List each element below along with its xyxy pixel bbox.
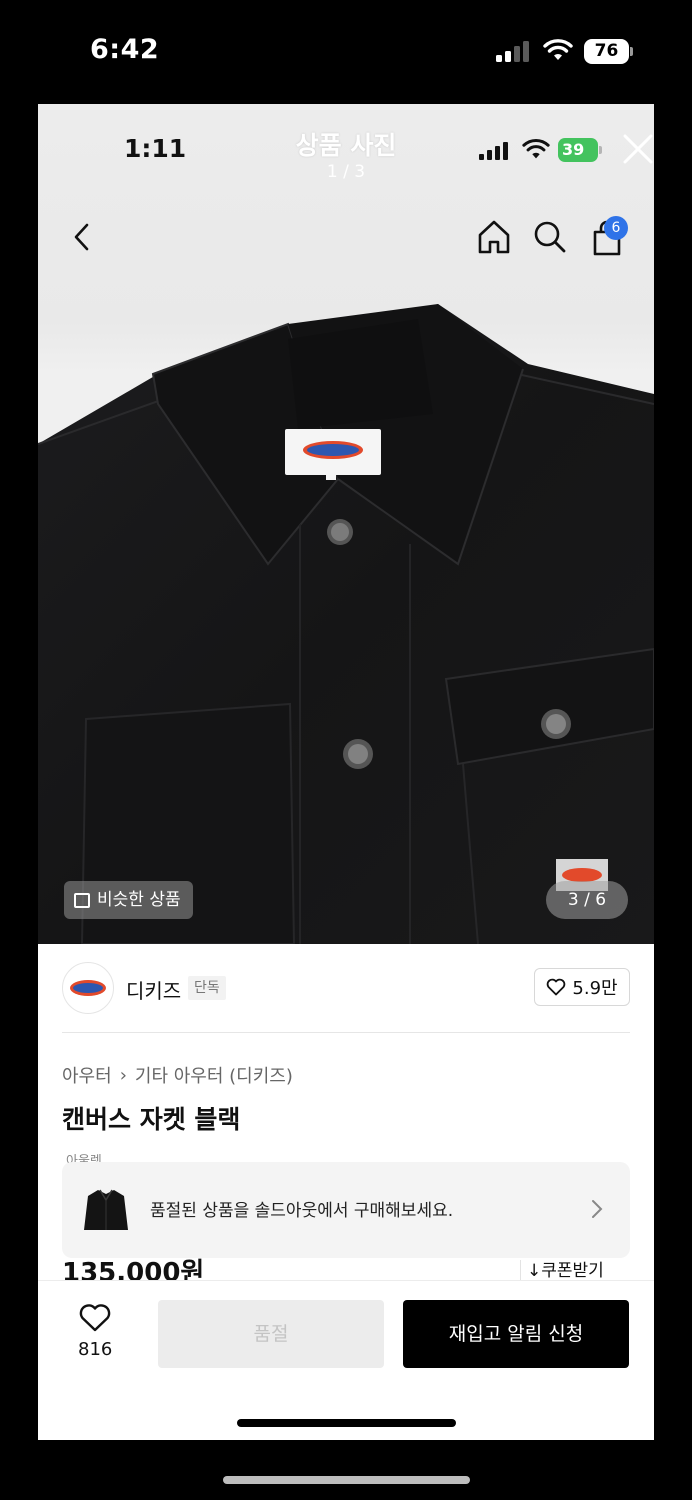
- coupon-button[interactable]: ↓쿠폰받기: [520, 1260, 604, 1280]
- home-icon[interactable]: [476, 218, 512, 256]
- outer-status-bar: 6:42 76: [0, 0, 692, 104]
- product-price: 135,000원: [62, 1258, 205, 1280]
- home-indicator[interactable]: [237, 1419, 456, 1427]
- product-photo[interactable]: 1:11 39 상품 사진 1 / 3 6 비슷한 상품 3 / 6: [38, 104, 654, 944]
- outer-wifi-icon: [543, 39, 573, 60]
- outer-battery-icon: 76: [584, 39, 634, 64]
- soldout-banner[interactable]: 품절된 상품을 솔드아웃에서 구매해보세요.: [62, 1162, 630, 1258]
- chevron-right-icon: ›: [119, 1064, 127, 1086]
- breadcrumb-level2[interactable]: 기타 아우터 (디키즈): [135, 1062, 293, 1088]
- app-screen: 1:11 39 상품 사진 1 / 3 6 비슷한 상품 3 / 6 디키즈 단…: [38, 104, 654, 1440]
- chevron-right-icon: [592, 1200, 603, 1218]
- brand-name[interactable]: 디키즈: [126, 975, 181, 1004]
- back-icon[interactable]: [68, 220, 96, 254]
- exclusive-badge: 단독: [188, 976, 226, 1000]
- product-info: 디키즈 단독 5.9만 아우터 › 기타 아우터 (디키즈) 캔버스 자켓 블랙…: [38, 944, 654, 1280]
- wishlist-button[interactable]: 816: [78, 1303, 112, 1360]
- heart-icon: [547, 978, 566, 996]
- coupon-label: 쿠폰받기: [541, 1261, 604, 1280]
- breadcrumb-level1[interactable]: 아우터: [62, 1062, 112, 1088]
- bottom-action-bar: 816 품절 재입고 알림 신청: [38, 1280, 654, 1440]
- image-pager-label: 3 / 6: [567, 890, 607, 910]
- wishlist-count: 816: [78, 1339, 113, 1360]
- product-image: [38, 304, 654, 944]
- similar-products-label: 비슷한 상품: [97, 890, 181, 910]
- soldout-banner-text: 품절된 상품을 솔드아웃에서 구매해보세요.: [150, 1201, 454, 1221]
- download-icon: ↓: [527, 1261, 542, 1280]
- brand-like-count: 5.9만: [572, 978, 618, 999]
- image-pager[interactable]: 3 / 6: [546, 881, 628, 919]
- similar-icon: [74, 892, 90, 908]
- cart-badge: 6: [604, 216, 628, 240]
- search-icon[interactable]: [532, 218, 568, 256]
- similar-products-button[interactable]: 비슷한 상품: [64, 881, 193, 919]
- soldout-button[interactable]: 품절: [158, 1300, 384, 1368]
- close-icon[interactable]: [621, 132, 654, 166]
- outer-clock: 6:42: [90, 34, 160, 65]
- outer-home-indicator[interactable]: [223, 1476, 470, 1484]
- jacket-thumbnail: [84, 1189, 128, 1230]
- product-title: 캔버스 자켓 블랙: [62, 1105, 241, 1134]
- brand-like-button[interactable]: 5.9만: [534, 968, 630, 1006]
- heart-icon: [79, 1304, 111, 1332]
- restock-alert-button[interactable]: 재입고 알림 신청: [403, 1300, 629, 1368]
- brand-logo[interactable]: [62, 962, 114, 1014]
- outer-battery-level: 76: [584, 39, 629, 64]
- outer-signal-icon: [496, 40, 532, 62]
- photo-viewer-counter: 1 / 3: [326, 162, 366, 182]
- photo-viewer-title: 상품 사진: [295, 131, 397, 160]
- divider: [62, 1032, 630, 1033]
- breadcrumb: 아우터 › 기타 아우터 (디키즈): [62, 1062, 293, 1088]
- dickies-logo-icon: [70, 980, 106, 996]
